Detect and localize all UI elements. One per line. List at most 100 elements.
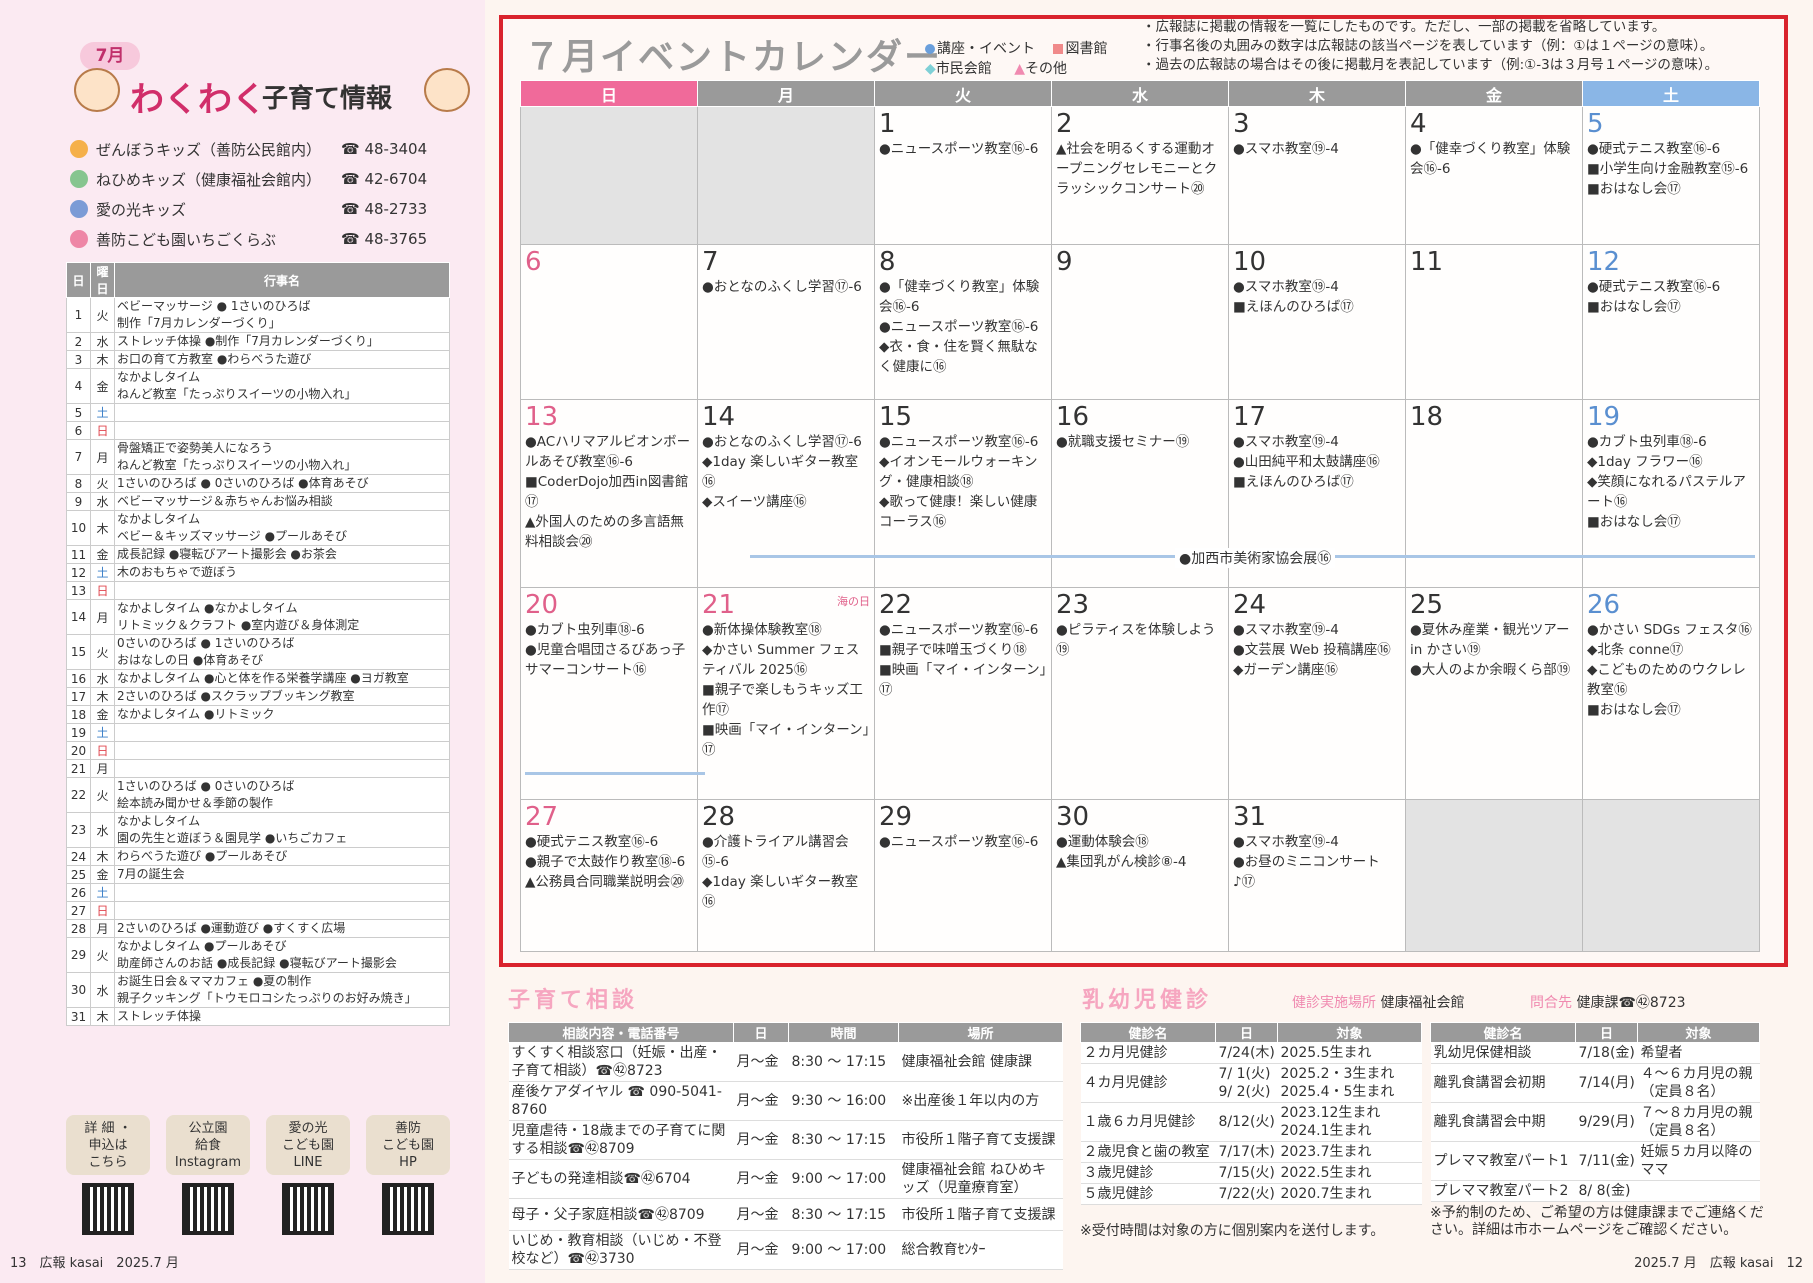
square-icon [1053, 44, 1064, 54]
calendar-event: ■CoderDojo加西in図書館⑰ [525, 474, 689, 510]
calendar-day: 19 ●カブト虫列車⑱-6 ◆1day フラワー⑯ ◆笑顔になれるパステルアート⑯ ■お… [1582, 399, 1760, 588]
day-number: 10 [1233, 247, 1267, 277]
schedule-row: 9 水ベビーマッサージ＆赤ちゃんお悩み相談 [66, 492, 450, 511]
calendar-week: 6 7 ●おとなのふくし学習⑰-6 8 ●「健幸づくり教室」体験会⑯-6 ●ニュースポーツ… [520, 244, 1760, 400]
schedule-weekday: 水 [90, 332, 115, 351]
link-button[interactable]: 愛の光 こども園 LINE [266, 1115, 350, 1175]
calendar-event: ●かさい SDGs フェスタ⑯ [1587, 622, 1752, 638]
schedule-day: 3 [66, 350, 91, 369]
calendar-event: ●ピラティスを体験しよう⑲ [1056, 622, 1216, 658]
kenshin-note-b: ※予約制のため、ご希望の方は健康課までご連絡ください。詳細は市ホームページをご確… [1430, 1205, 1764, 1238]
calendar-event: ■おはなし会⑰ [1587, 299, 1681, 315]
schedule-row: 20 日 [66, 741, 450, 760]
schedule-weekday: 水 [90, 669, 115, 688]
schedule-events [114, 741, 450, 760]
contact-phone: ☎ 48-2733 [341, 200, 428, 218]
weekday-header: 土 [1582, 80, 1760, 107]
schedule-event: 絵本読み聞かせ＆季節の製作 [117, 796, 274, 810]
calendar-event: ●おとなのふくし学習⑰-6 [702, 279, 862, 295]
schedule-row: 21 月 [66, 759, 450, 778]
qr-code-icon[interactable] [282, 1183, 334, 1235]
day-number: 8 [879, 247, 896, 277]
day-number: 22 [879, 590, 913, 620]
calendar-event: ●スマホ教室⑲-4 [1233, 434, 1339, 450]
kenshin-cell: 2020.7生まれ [1277, 1183, 1422, 1205]
kenshin-cell: 7/17(木) [1215, 1141, 1278, 1163]
kenshin-cell: 7/15(火) [1215, 1162, 1278, 1184]
schedule-weekday: 火 [90, 297, 115, 333]
contact-phone: ☎ 48-3765 [341, 230, 428, 248]
calendar-event: ●介護トライアル講習会⑮-6 [702, 834, 849, 870]
schedule-day: 25 [66, 865, 91, 884]
col-header: 時間 [788, 1022, 899, 1043]
link-item[interactable]: 善防 こども園 HP [366, 1115, 450, 1235]
calendar-day: 10 ●スマホ教室⑲-4 ■えほんのひろば⑰ [1228, 244, 1406, 400]
schedule-row: 25 金 7月の誕生会 [66, 865, 450, 884]
schedule-event: なかよしタイム [117, 370, 201, 384]
calendar-event: ◆こどものためのウクレレ教室⑯ [1587, 662, 1746, 698]
link-item[interactable]: 公立園 給食 Instagram [166, 1115, 250, 1235]
col-header: 健診名 [1430, 1022, 1576, 1043]
schedule-weekday: 月 [90, 439, 115, 475]
calendar-event: ◆1day 楽しいギター教室⑯ [702, 874, 859, 910]
legend-item: その他 [1025, 61, 1068, 77]
kenshin-cell: 7/11(金) [1575, 1141, 1638, 1181]
link-item[interactable]: 愛の光 こども園 LINE [266, 1115, 350, 1235]
link-button[interactable]: 詳 細 ・ 申込は こちら [66, 1115, 150, 1175]
calendar-event: ●山田純平和太鼓講座⑯ [1233, 454, 1380, 470]
calendar-day: 21 海の日 ●新体操体験教室⑱ ◆かさい Summer フェスティバル 2025⑯ ■… [697, 587, 875, 800]
legend: 講座・イベント 図書館 ◆市民会館 ▲その他 [925, 38, 1107, 78]
calendar-event: ■おはなし会⑰ [1587, 181, 1681, 197]
kenshin-cell: 妊娠５カ月以降のママ [1637, 1141, 1760, 1181]
diamond-icon: ◆ [925, 61, 936, 77]
kenshin-cell: 2022.5生まれ [1277, 1162, 1422, 1184]
qr-code-icon[interactable] [382, 1183, 434, 1235]
kenshin-cell: 8/12(火) [1215, 1102, 1278, 1142]
calendar-event: ●カブト虫列車⑱-6 [525, 622, 645, 638]
schedule-day: 17 [66, 687, 91, 706]
schedule-weekday: 金 [90, 545, 115, 564]
schedule-row: 11 金成長記録 ●寝転びアート撮影会 ●お茶会 [66, 545, 450, 564]
schedule-event: ねんど教室「たっぷりスイーツの小物入れ」 [117, 458, 357, 472]
link-button[interactable]: 善防 こども園 HP [366, 1115, 450, 1175]
calendar-day: 29 ●ニュースポーツ教室⑯-6 [874, 799, 1052, 952]
schedule-day: 4 [66, 368, 91, 404]
link-item[interactable]: 詳 細 ・ 申込は こちら [66, 1115, 150, 1235]
qr-code-icon[interactable] [82, 1183, 134, 1235]
schedule-day: 31 [66, 1007, 91, 1026]
schedule-weekday: 火 [90, 937, 115, 973]
kenshin-cell: ４カ月児健診 [1080, 1063, 1216, 1103]
kenshin-row: １歳６カ月児健診 8/12(火) 2023.12生まれ 2024.1生まれ [1080, 1102, 1422, 1142]
kenshin-cell: 8/ 8(金) [1575, 1180, 1638, 1202]
day-number: 23 [1056, 590, 1090, 620]
schedule-day: 27 [66, 901, 91, 920]
col-header: 対象 [1637, 1022, 1760, 1043]
schedule-row: 2 水ストレッチ体操 ●制作「7月カレンダーづくり」 [66, 332, 450, 351]
schedule-day: 10 [66, 510, 91, 546]
schedule-day: 9 [66, 492, 91, 511]
soudan-cell: 9:00 〜 17:00 [788, 1159, 899, 1199]
schedule-events [114, 901, 450, 920]
schedule-weekday: 月 [90, 759, 115, 778]
calendar-event: ◆1day フラワー⑯ [1587, 454, 1703, 470]
link-button[interactable]: 公立園 給食 Instagram [166, 1115, 250, 1175]
schedule-day: 23 [66, 812, 91, 848]
calendar-day: 27 ●硬式テニス教室⑯-6 ●親子で太鼓作り教室⑱-6 ▲公務員合同職業説明会⑳ [520, 799, 698, 952]
calendar-day: 31 ●スマホ教室⑲-4 ●お昼のミニコンサート♪⑰ [1228, 799, 1406, 952]
calendar-event: ▲外国人のための多言語無料相談会⑳ [525, 514, 684, 550]
col-header: 日 [1575, 1022, 1638, 1043]
child-face-icon [424, 68, 470, 112]
kenshin-cell: 2025.2・3生まれ 2025.4・5生まれ [1277, 1063, 1422, 1103]
qr-code-icon[interactable] [182, 1183, 234, 1235]
schedule-events: なかよしタイム ●心と体を作る栄養学講座 ●ヨガ教室 [114, 669, 450, 688]
weekday-header: 水 [1051, 80, 1229, 107]
schedule-event: リトミック＆クラフト ●室内遊び＆身体測定 [117, 618, 360, 632]
calendar-day [520, 106, 698, 245]
schedule-weekday: 水 [90, 812, 115, 848]
kenshin-row: プレママ教室パート2 8/ 8(金) [1430, 1180, 1760, 1202]
schedule-event: ストレッチ体操 [117, 1009, 202, 1023]
contact-row: ぜんぼうキッズ（善防公民館内） ☎ 48-3404 [70, 134, 440, 164]
kenshin-cell: 7/24(木) [1215, 1042, 1278, 1064]
kenshin-row: ２カ月児健診 7/24(木) 2025.5生まれ [1080, 1042, 1422, 1064]
day-number: 18 [1410, 402, 1444, 432]
